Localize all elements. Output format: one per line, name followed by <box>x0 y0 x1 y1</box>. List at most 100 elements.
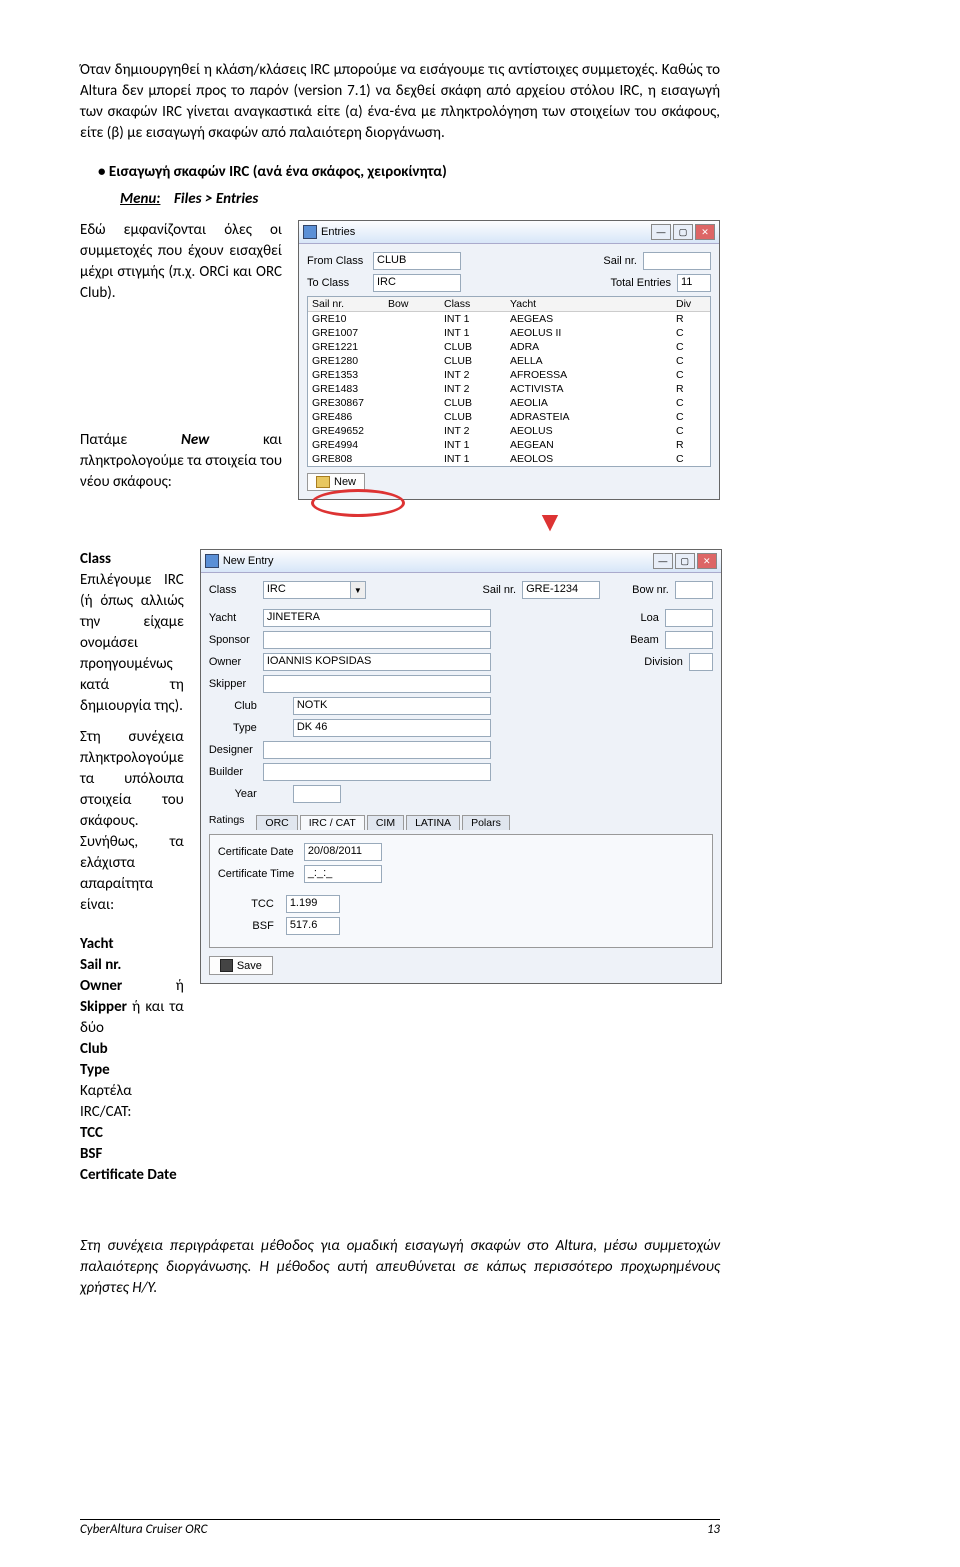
loa-input[interactable] <box>665 609 713 627</box>
tcc-label: TCC <box>80 1123 184 1144</box>
tab-polars[interactable]: Polars <box>462 815 510 830</box>
ratings-panel: Certificate Date 20/08/2011 Certificate … <box>209 834 713 948</box>
table-row[interactable]: GRE4994INT 1AEGEANR <box>308 438 710 452</box>
table-row[interactable]: GRE1280CLUBAELLAC <box>308 354 710 368</box>
col-div[interactable]: Div <box>672 297 710 311</box>
irccat-label: Καρτέλα IRC/CAT: <box>80 1081 184 1123</box>
builder-input[interactable] <box>263 763 491 781</box>
designer-lbl: Designer <box>209 744 257 756</box>
tcc-lbl: TCC <box>218 898 280 910</box>
sponsor-lbl: Sponsor <box>209 634 257 646</box>
yacht-lbl: Yacht <box>209 612 257 624</box>
col-yacht[interactable]: Yacht <box>506 297 672 311</box>
window-title: Entries <box>321 226 355 238</box>
table-row[interactable]: GRE10INT 1AEGEASR <box>308 312 710 326</box>
close-button[interactable]: ✕ <box>695 224 715 240</box>
menu-path: Menu: Files > Entries <box>120 189 720 210</box>
loa-lbl: Loa <box>640 612 658 624</box>
year-lbl: Year <box>209 788 287 800</box>
footer-left: CyberAltura Cruiser ORC <box>80 1522 207 1537</box>
outro-paragraph: Στη συνέχεια περιγράφεται μέθοδος για ομ… <box>80 1236 720 1299</box>
club-input[interactable]: NOTK <box>293 697 491 715</box>
from-class-field[interactable]: CLUB <box>373 252 461 270</box>
col-bow[interactable]: Bow <box>384 297 440 311</box>
window-icon <box>303 225 317 239</box>
maximize-button[interactable]: ▢ <box>675 553 695 569</box>
sail-nr-label: Sail nr. <box>603 255 637 267</box>
table-row[interactable]: GRE1483INT 2ACTIVISTAR <box>308 382 710 396</box>
sail-nr-field[interactable] <box>643 252 711 270</box>
class-lbl: Class <box>209 584 257 596</box>
chevron-down-icon[interactable]: ▼ <box>351 581 366 599</box>
entries-window: Entries — ▢ ✕ From Class CLUB Sail nr. T… <box>298 220 720 500</box>
desc-2: Πατάμε New και πληκτρολογούμε τα στοιχεί… <box>80 430 282 493</box>
class-paragraph: Επιλέγουμε IRC (ή όπως αλλιώς την είχαμε… <box>80 570 184 717</box>
total-entries-label: Total Entries <box>610 277 671 289</box>
to-class-label: To Class <box>307 277 367 289</box>
division-input[interactable] <box>689 653 713 671</box>
desc-1: Εδώ εμφανίζονται όλες οι συμμετοχές που … <box>80 220 282 304</box>
table-row[interactable]: GRE1221CLUBADRAC <box>308 340 710 354</box>
tab-cim[interactable]: CIM <box>367 815 404 830</box>
tcc-input[interactable]: 1.199 <box>286 895 340 913</box>
skipper-input[interactable] <box>263 675 491 693</box>
arrow-down-icon: ▼ <box>380 504 720 539</box>
footer-right: 13 <box>707 1522 720 1537</box>
tab-orc[interactable]: ORC <box>256 815 297 830</box>
type-lbl: Type <box>209 722 287 734</box>
intro-paragraph: Όταν δημιουργηθεί η κλάση/κλάσεις IRC μπ… <box>80 60 720 144</box>
col-sail[interactable]: Sail nr. <box>308 297 384 311</box>
close-button[interactable]: ✕ <box>697 553 717 569</box>
cert-time-lbl: Certificate Time <box>218 868 298 880</box>
year-input[interactable] <box>293 785 341 803</box>
maximize-button[interactable]: ▢ <box>673 224 693 240</box>
type-label: Type <box>80 1060 184 1081</box>
new-entry-window: New Entry — ▢ ✕ Class IRC ▼ Sail nr. GRE… <box>200 549 722 984</box>
minimize-button[interactable]: — <box>653 553 673 569</box>
bsf-input[interactable]: 517.6 <box>286 917 340 935</box>
new-word: New <box>181 431 209 449</box>
table-row[interactable]: GRE49652INT 2AEOLUSC <box>308 424 710 438</box>
highlight-circle <box>311 489 405 517</box>
section-bullet: Εισαγωγή σκαφών IRC (ανά ένα σκάφος, χει… <box>98 162 720 183</box>
total-entries-field: 11 <box>677 274 711 292</box>
table-row[interactable]: GRE808INT 1AEOLOSC <box>308 452 710 466</box>
col-class[interactable]: Class <box>440 297 506 311</box>
table-row[interactable]: GRE30867CLUBAEOLIAC <box>308 396 710 410</box>
page-footer: CyberAltura Cruiser ORC 13 <box>80 1519 720 1537</box>
sail-nr-input[interactable]: GRE-1234 <box>522 581 600 599</box>
continue-paragraph: Στη συνέχεια πληκτρολογούμε τα υπόλοιπα … <box>80 727 184 916</box>
club-lbl: Club <box>209 700 287 712</box>
bsf-label: BSF <box>80 1144 184 1165</box>
sail-label: Sail nr. <box>80 955 184 976</box>
save-button[interactable]: Save <box>209 956 273 975</box>
class-heading: Class <box>80 549 184 570</box>
beam-input[interactable] <box>665 631 713 649</box>
yacht-label: Yacht <box>80 934 184 955</box>
from-class-label: From Class <box>307 255 367 267</box>
table-row[interactable]: GRE486CLUBADRASTEIAC <box>308 410 710 424</box>
table-row[interactable]: GRE1007INT 1AEOLUS IIC <box>308 326 710 340</box>
class-dropdown[interactable]: IRC ▼ <box>263 581 366 599</box>
club-label: Club <box>80 1039 184 1060</box>
bow-nr-input[interactable] <box>675 581 713 599</box>
type-input[interactable]: DK 46 <box>293 719 491 737</box>
table-row[interactable]: GRE1353INT 2AFROESSAC <box>308 368 710 382</box>
minimize-button[interactable]: — <box>651 224 671 240</box>
cert-date-input[interactable]: 20/08/2011 <box>304 843 382 861</box>
yacht-input[interactable]: JINETERA <box>263 609 491 627</box>
menu-path-text: Files > Entries <box>174 190 258 208</box>
cdate-label: Certificate Date <box>80 1165 184 1186</box>
owner-input[interactable]: IOANNIS KOPSIDAS <box>263 653 491 671</box>
save-icon <box>220 959 233 972</box>
menu-prefix: Menu: <box>120 190 160 208</box>
tab-irc-cat[interactable]: IRC / CAT <box>300 815 365 830</box>
owner-lbl: Owner <box>209 656 257 668</box>
to-class-field[interactable]: IRC <box>373 274 461 292</box>
bow-nr-lbl: Bow nr. <box>632 584 669 596</box>
sail-nr-lbl: Sail nr. <box>482 584 516 596</box>
tab-latina[interactable]: LATINA <box>406 815 460 830</box>
designer-input[interactable] <box>263 741 491 759</box>
cert-time-input[interactable]: _:_:_ <box>304 865 382 883</box>
sponsor-input[interactable] <box>263 631 491 649</box>
